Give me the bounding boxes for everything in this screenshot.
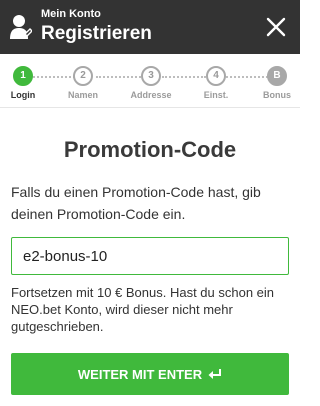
header-title: Registrieren xyxy=(41,23,152,44)
step-circle: 4 xyxy=(206,66,226,86)
step-label: Login xyxy=(10,90,36,100)
step-circle: 2 xyxy=(73,66,93,86)
step-circle: 3 xyxy=(141,66,161,86)
step-label: Namen xyxy=(67,90,98,100)
submit-label: WEITER MIT ENTER xyxy=(77,366,203,382)
promo-code-input[interactable] xyxy=(11,237,289,275)
promo-description: Falls du einen Promotion-Code hast, gib … xyxy=(11,184,261,222)
bonus-note: Fortsetzen mit 10 € Bonus. Hast du schon… xyxy=(11,285,275,334)
step-circle: B xyxy=(267,66,287,86)
step-label: Addresse xyxy=(130,90,172,100)
progress-stepper: 1 Login 2 Namen 3 Addresse 4 Einst. B Bo… xyxy=(0,54,300,108)
submit-button[interactable]: WEITER MIT ENTER xyxy=(11,353,289,395)
step-circle: 1 xyxy=(13,66,33,86)
step-addresse[interactable]: 3 Addresse xyxy=(121,66,181,100)
step-label: Bonus xyxy=(263,90,291,100)
step-login[interactable]: 1 Login xyxy=(0,66,53,100)
step-namen[interactable]: 2 Namen xyxy=(53,66,113,100)
header-bar: Mein Konto Registrieren xyxy=(0,0,300,54)
step-bonus[interactable]: B Bonus xyxy=(247,66,307,100)
close-icon[interactable] xyxy=(264,15,288,39)
step-label: Einst. xyxy=(203,90,229,100)
header-subtitle: Mein Konto xyxy=(41,8,101,20)
user-icon xyxy=(10,15,32,39)
enter-icon xyxy=(208,368,222,379)
page-title: Promotion-Code xyxy=(63,137,237,162)
step-einst[interactable]: 4 Einst. xyxy=(186,66,246,100)
